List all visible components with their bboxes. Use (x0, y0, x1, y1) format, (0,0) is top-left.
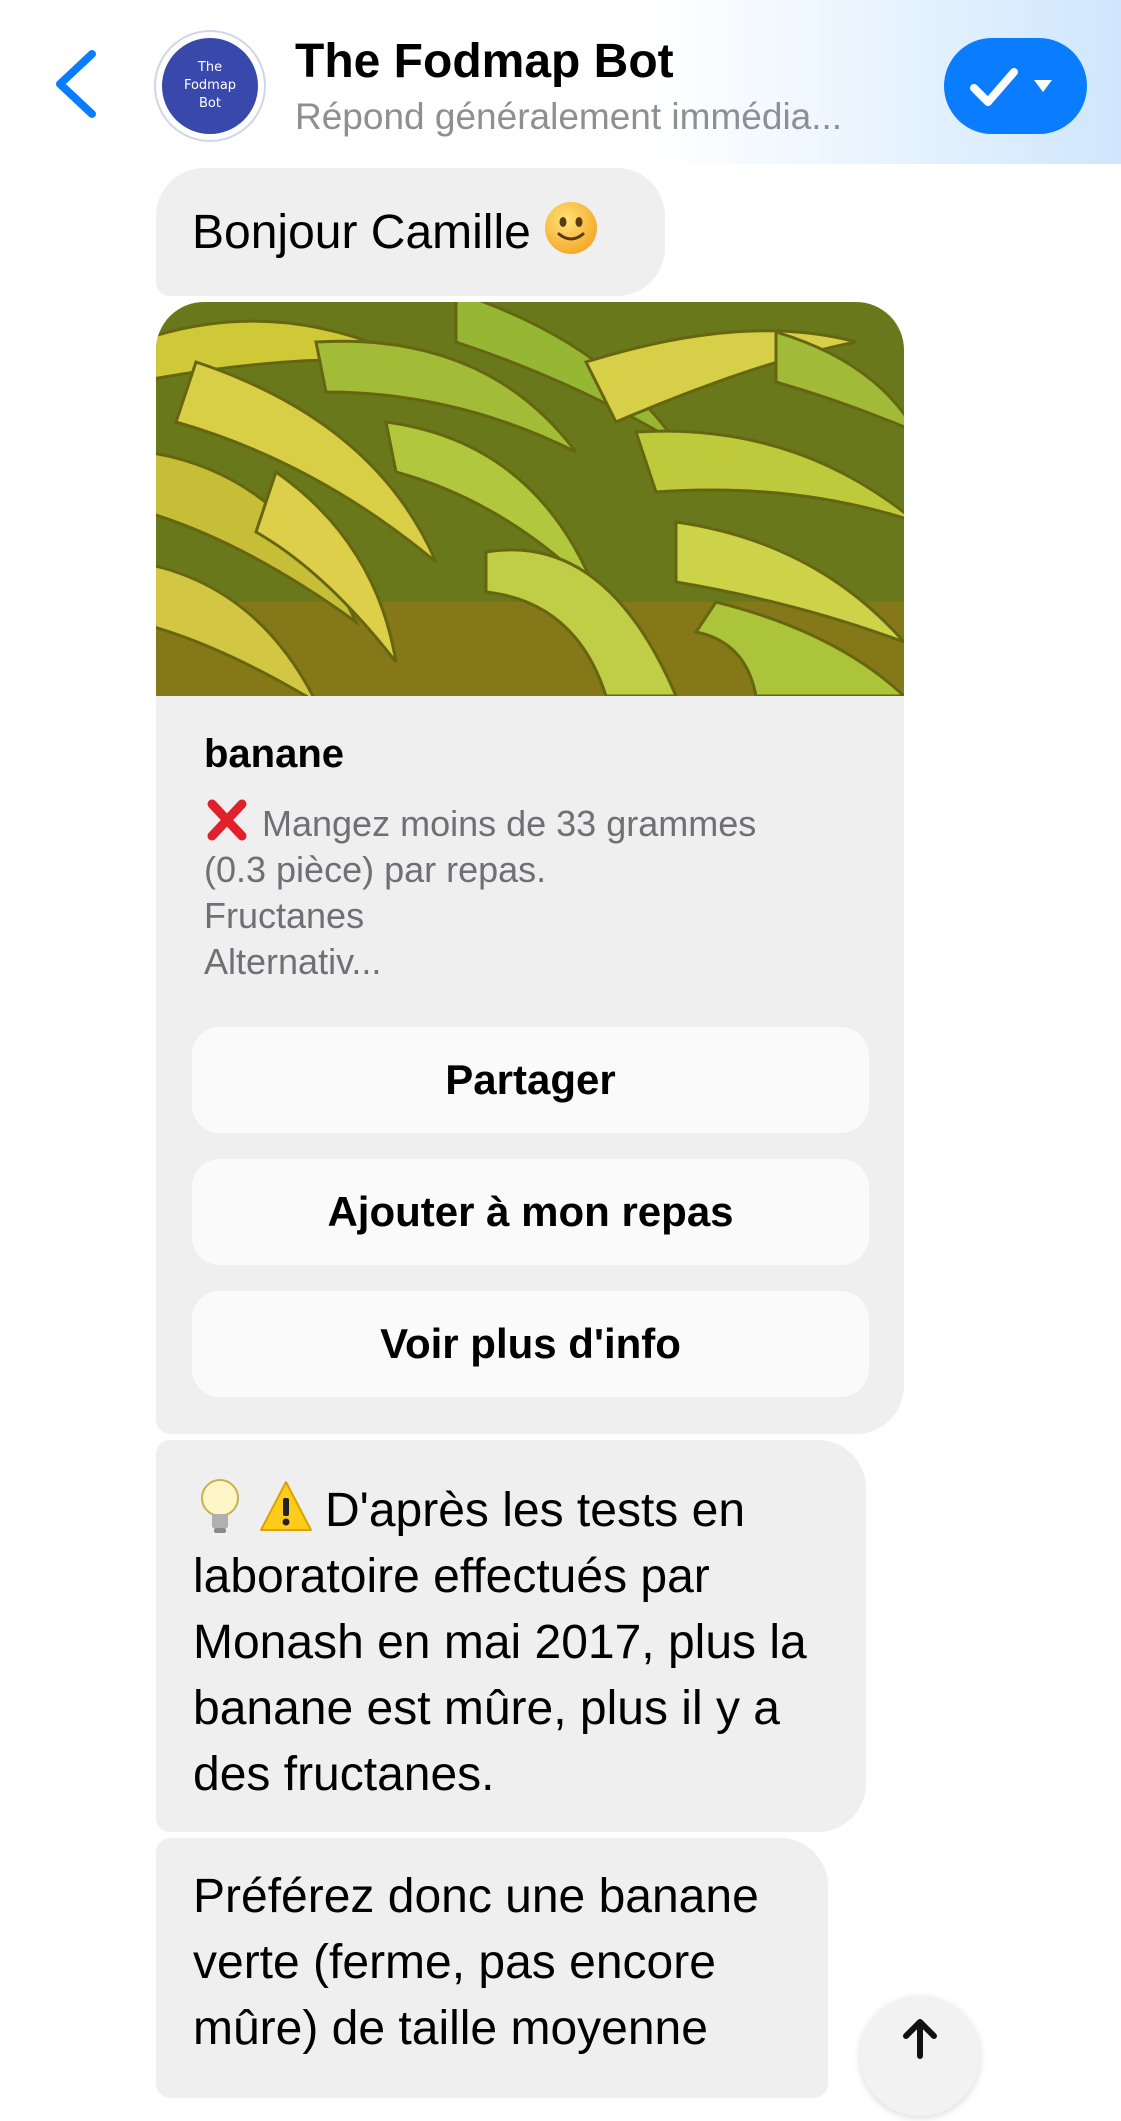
card-title: banane (204, 732, 345, 776)
back-button[interactable] (48, 44, 108, 124)
status-action-button[interactable] (944, 38, 1087, 134)
message-line: Monash en mai 2017, plus la (193, 1616, 807, 1669)
card-subtitle-text: Mangez moins de 33 grammes (262, 803, 757, 844)
chat-title[interactable]: The Fodmap Bot (295, 34, 674, 89)
message-line: banane est mûre, plus il y a (193, 1682, 780, 1735)
message-greeting: Bonjour Camille (156, 168, 665, 296)
message-line: Préférez donc une banane (193, 1870, 759, 1923)
share-button[interactable]: Partager (192, 1027, 869, 1133)
bot-avatar[interactable]: The Fodmap Bot (156, 32, 264, 140)
message-line: laboratoire effectués par (193, 1550, 710, 1603)
avatar-text-line: The (197, 60, 223, 75)
card-subtitle: Mangez moins de 33 grammes (0.3 pièce) p… (204, 798, 864, 985)
banana-image (156, 302, 904, 696)
scroll-to-bottom-button[interactable] (860, 1996, 980, 2116)
message-preference: Préférez donc une banane verte (ferme, p… (156, 1838, 828, 2098)
chat-status: Répond généralement immédia... (295, 96, 843, 137)
chat-header: The Fodmap Bot The Fodmap Bot Répond gén… (0, 0, 1121, 164)
smiling-face-emoji-icon (544, 202, 597, 254)
card-subtitle-line: Fructanes (204, 895, 365, 936)
add-to-meal-button[interactable]: Ajouter à mon repas (192, 1159, 869, 1265)
message-line: verte (ferme, pas encore (193, 1936, 716, 1989)
message-line: des fructanes. (193, 1748, 495, 1801)
card-subtitle-line: Mangez moins de 33 grammes (204, 798, 864, 847)
message-tip: D'après les tests en laboratoire effectu… (156, 1440, 866, 1832)
avatar-text-line: Fodmap (183, 78, 237, 93)
avatar-text-line: Bot (199, 96, 221, 111)
cross-mark-icon (207, 799, 247, 841)
light-bulb-icon (201, 1479, 239, 1533)
more-info-button[interactable]: Voir plus d'info (192, 1291, 869, 1397)
message-line: mûre) de taille moyenne (193, 2002, 708, 2055)
arrow-icon (903, 2019, 937, 2059)
message-text: Bonjour Camille (192, 205, 531, 259)
chevron-left-icon (56, 50, 96, 118)
message-text: D'après les tests en (325, 1484, 746, 1537)
warning-icon (260, 1481, 312, 1531)
chevron-down-icon (1034, 80, 1052, 92)
food-card: banane Mangez moins de 33 grammes (0.3 p… (156, 302, 904, 1434)
message-line: D'après les tests en (193, 1476, 830, 1544)
card-subtitle-line: Alternativ... (204, 941, 382, 982)
card-subtitle-line: (0.3 pièce) par repas. (204, 849, 547, 890)
